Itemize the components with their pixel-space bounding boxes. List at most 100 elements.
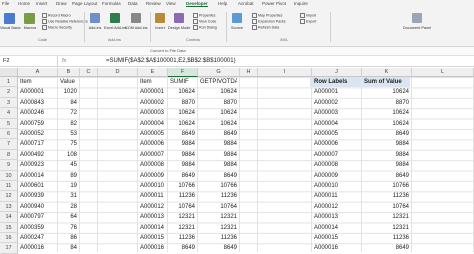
column-header-h[interactable]: H: [240, 68, 258, 77]
pivot-row-label[interactable]: A000002: [314, 98, 359, 108]
pivot-value[interactable]: 10764: [364, 202, 409, 212]
cell[interactable]: A000001: [20, 87, 55, 97]
com-addins-button[interactable]: COM Add-ins: [125, 26, 148, 30]
addins-icon[interactable]: [90, 13, 100, 23]
cell[interactable]: A000003: [140, 108, 165, 118]
tab-file[interactable]: File: [2, 1, 9, 6]
excel-addins-icon[interactable]: [110, 13, 120, 23]
cell[interactable]: 11236: [170, 191, 195, 201]
tab-review[interactable]: Review: [146, 1, 161, 6]
cell[interactable]: A000359: [20, 223, 55, 233]
cell-header[interactable]: SUMIF: [170, 77, 195, 87]
tab-inquire[interactable]: Inquire: [294, 1, 308, 6]
pivot-value[interactable]: 11236: [364, 233, 409, 243]
row-header[interactable]: 14: [0, 212, 18, 223]
cell[interactable]: A000939: [20, 191, 55, 201]
addins-button[interactable]: Add-ins: [85, 26, 105, 30]
row-header[interactable]: 13: [0, 201, 18, 213]
cell[interactable]: 89: [60, 171, 77, 181]
cell[interactable]: 8649: [200, 171, 237, 181]
cell[interactable]: A000007: [140, 150, 165, 160]
cell[interactable]: 72: [60, 108, 77, 118]
row-header[interactable]: 10: [0, 170, 18, 181]
cell[interactable]: A000002: [140, 98, 165, 108]
pivot-row-label[interactable]: A000014: [314, 223, 359, 233]
cell[interactable]: A000014: [20, 171, 55, 181]
row-header[interactable]: 16: [0, 233, 18, 244]
pivot-row-label[interactable]: A000010: [314, 181, 359, 191]
cell[interactable]: A000014: [140, 223, 165, 233]
cell[interactable]: 11236: [170, 233, 195, 243]
cell[interactable]: 8649: [200, 243, 237, 253]
design-mode-button[interactable]: Design Mode: [168, 26, 190, 30]
row-header[interactable]: 7: [0, 139, 18, 150]
row-header[interactable]: 2: [0, 87, 18, 98]
cell[interactable]: A000492: [20, 150, 55, 160]
cell[interactable]: 10624: [200, 87, 237, 97]
cell[interactable]: A000052: [20, 129, 55, 139]
cell[interactable]: A000010: [140, 181, 165, 191]
cell[interactable]: 9884: [170, 160, 195, 170]
pivot-value[interactable]: 8649: [364, 171, 409, 181]
cell[interactable]: A000246: [20, 108, 55, 118]
column-header-a[interactable]: A: [18, 68, 58, 77]
row-header[interactable]: 8: [0, 149, 18, 161]
pivot-value[interactable]: 10766: [364, 181, 409, 191]
cell[interactable]: A000001: [140, 87, 165, 97]
visual-basic-icon[interactable]: [4, 13, 15, 24]
cell[interactable]: 19: [60, 181, 77, 191]
formula-input[interactable]: =SUMIF($A$2:$A$100001,E2,$B$2:$B$100001): [106, 56, 236, 66]
cell[interactable]: A000247: [20, 233, 55, 243]
cell[interactable]: 12321: [200, 223, 237, 233]
cell[interactable]: 64: [60, 212, 77, 222]
pivot-value[interactable]: 8649: [364, 129, 409, 139]
relative-refs-button[interactable]: Use Relative References: [42, 19, 88, 24]
tab-view[interactable]: View: [166, 1, 176, 6]
column-header-f[interactable]: F: [168, 68, 198, 77]
cell[interactable]: 9884: [200, 160, 237, 170]
tab-page-layout[interactable]: Page Layout: [72, 1, 97, 6]
row-header[interactable]: 12: [0, 191, 18, 202]
cell[interactable]: 108: [60, 150, 77, 160]
com-addins-icon[interactable]: [131, 13, 141, 23]
column-header-e[interactable]: E: [138, 68, 168, 77]
pivot-value[interactable]: 9884: [364, 160, 409, 170]
pivot-value[interactable]: 9884: [364, 150, 409, 160]
pivot-row-label[interactable]: A000004: [314, 119, 359, 129]
row-header[interactable]: 1: [0, 77, 18, 88]
cell[interactable]: 9884: [200, 150, 237, 160]
tab-developer[interactable]: Developer: [186, 1, 208, 7]
cell[interactable]: A000016: [140, 243, 165, 253]
pivot-row-label[interactable]: A000008: [314, 160, 359, 170]
cell-header[interactable]: Value: [60, 77, 77, 87]
cell-header[interactable]: Item: [20, 77, 55, 87]
pivot-row-label[interactable]: A000013: [314, 212, 359, 222]
document-panel-button[interactable]: Document Panel: [402, 26, 432, 30]
row-header[interactable]: 9: [0, 160, 18, 171]
cell[interactable]: A000004: [140, 119, 165, 129]
visual-basic-button[interactable]: Visual Basic: [0, 26, 21, 30]
pivot-row-label[interactable]: A000015: [314, 233, 359, 243]
cell[interactable]: A000717: [20, 139, 55, 149]
pivot-value[interactable]: 12321: [364, 212, 409, 222]
cell[interactable]: 10764: [200, 202, 237, 212]
name-box[interactable]: F2: [0, 56, 58, 66]
cell[interactable]: A000005: [140, 129, 165, 139]
cell[interactable]: 28: [60, 202, 77, 212]
expansion-packs-button[interactable]: Expansion Packs: [252, 19, 286, 24]
source-icon[interactable]: [232, 13, 242, 23]
notice-text[interactable]: Convert to File Data: [150, 48, 186, 53]
cell[interactable]: 10624: [170, 108, 195, 118]
pivot-row-labels-header[interactable]: Row Labels: [314, 77, 359, 87]
cell[interactable]: 10624: [170, 119, 195, 129]
cell[interactable]: 10766: [170, 181, 195, 191]
import-button[interactable]: Import: [300, 13, 316, 18]
tab-formulas[interactable]: Formulas: [102, 1, 121, 6]
cell[interactable]: 11236: [200, 191, 237, 201]
cell[interactable]: A000006: [140, 139, 165, 149]
tab-help[interactable]: Help: [218, 1, 227, 6]
pivot-sum-header[interactable]: Sum of Value: [364, 77, 409, 87]
pivot-row-label[interactable]: A000012: [314, 202, 359, 212]
column-header-c[interactable]: C: [80, 68, 98, 77]
pivot-value[interactable]: 8649: [364, 243, 409, 253]
